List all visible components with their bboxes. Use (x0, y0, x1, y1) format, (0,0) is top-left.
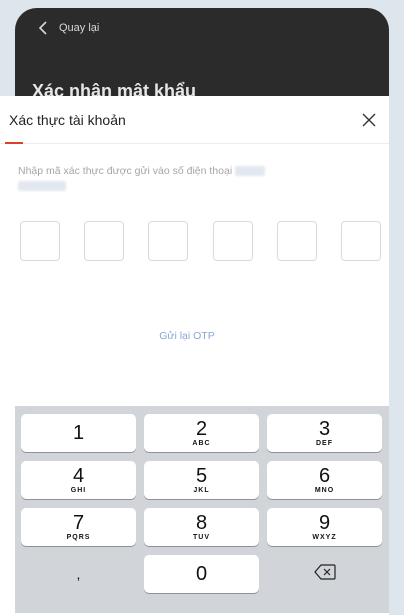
key-0-number: 0 (195, 563, 208, 585)
key-0[interactable]: 0 (144, 555, 259, 593)
instruction-text: Nhập mã xác thực được gửi vào số điện th… (18, 165, 233, 177)
key-5-letters: JKL (193, 487, 210, 494)
key-1-number: 1 (72, 422, 85, 444)
key-8-number: 8 (195, 512, 208, 534)
key-4-letters: GHI (70, 487, 87, 494)
otp-digit-input-2[interactable] (84, 221, 125, 261)
sheet-header: Xác thực tài khoản (0, 96, 389, 144)
key-6-number: 6 (318, 465, 331, 487)
top-nav-bar: Quay lại (15, 8, 389, 48)
key-6[interactable]: 6 MNO (267, 461, 382, 499)
key-2[interactable]: 2 ABC (144, 414, 259, 452)
key-9-number: 9 (318, 512, 331, 534)
key-5[interactable]: 5 JKL (144, 461, 259, 499)
back-label[interactable]: Quay lại (59, 22, 99, 34)
otp-digit-input-3[interactable] (148, 221, 189, 261)
key-4[interactable]: 4 GHI (21, 461, 136, 499)
key-4-number: 4 (72, 465, 85, 487)
close-icon[interactable] (357, 108, 381, 132)
otp-input-row (20, 221, 381, 261)
key-9[interactable]: 9 WXYZ (267, 508, 382, 546)
key-8-letters: TUV (193, 534, 210, 541)
key-comma[interactable]: , (21, 555, 136, 593)
key-3[interactable]: 3 DEF (267, 414, 382, 452)
resend-otp-link[interactable]: Gửi lại OTP (0, 330, 389, 342)
sheet-title: Xác thực tài khoản (9, 112, 126, 128)
key-3-number: 3 (318, 418, 331, 440)
otp-digit-input-4[interactable] (212, 221, 253, 261)
key-comma-symbol: , (76, 566, 81, 582)
key-backspace[interactable] (267, 555, 382, 593)
key-2-letters: ABC (192, 440, 211, 447)
otp-digit-input-5[interactable] (276, 221, 317, 261)
header-divider (0, 143, 389, 144)
back-chevron-icon[interactable] (31, 16, 55, 40)
key-7-letters: PQRS (66, 534, 91, 541)
otp-digit-input-6[interactable] (340, 221, 381, 261)
key-8[interactable]: 8 TUV (144, 508, 259, 546)
key-9-letters: WXYZ (312, 534, 337, 541)
otp-instruction: Nhập mã xác thực được gửi vào số điện th… (18, 164, 358, 194)
key-5-number: 5 (195, 465, 208, 487)
otp-digit-input-1[interactable] (20, 221, 60, 261)
masked-phone-number (235, 166, 266, 177)
accent-underline (5, 142, 23, 144)
backspace-icon (313, 563, 336, 585)
key-3-letters: DEF (316, 440, 333, 447)
key-2-number: 2 (195, 418, 208, 440)
key-7-number: 7 (72, 512, 85, 534)
key-6-letters: MNO (314, 487, 335, 494)
key-1[interactable]: 1 (21, 414, 136, 452)
masked-phone-number-cont (18, 181, 66, 192)
key-7[interactable]: 7 PQRS (21, 508, 136, 546)
numeric-keyboard: 1 2 ABC 3 DEF 4 GHI 5 JKL 6 MNO 7 PQRS 8… (15, 406, 389, 613)
